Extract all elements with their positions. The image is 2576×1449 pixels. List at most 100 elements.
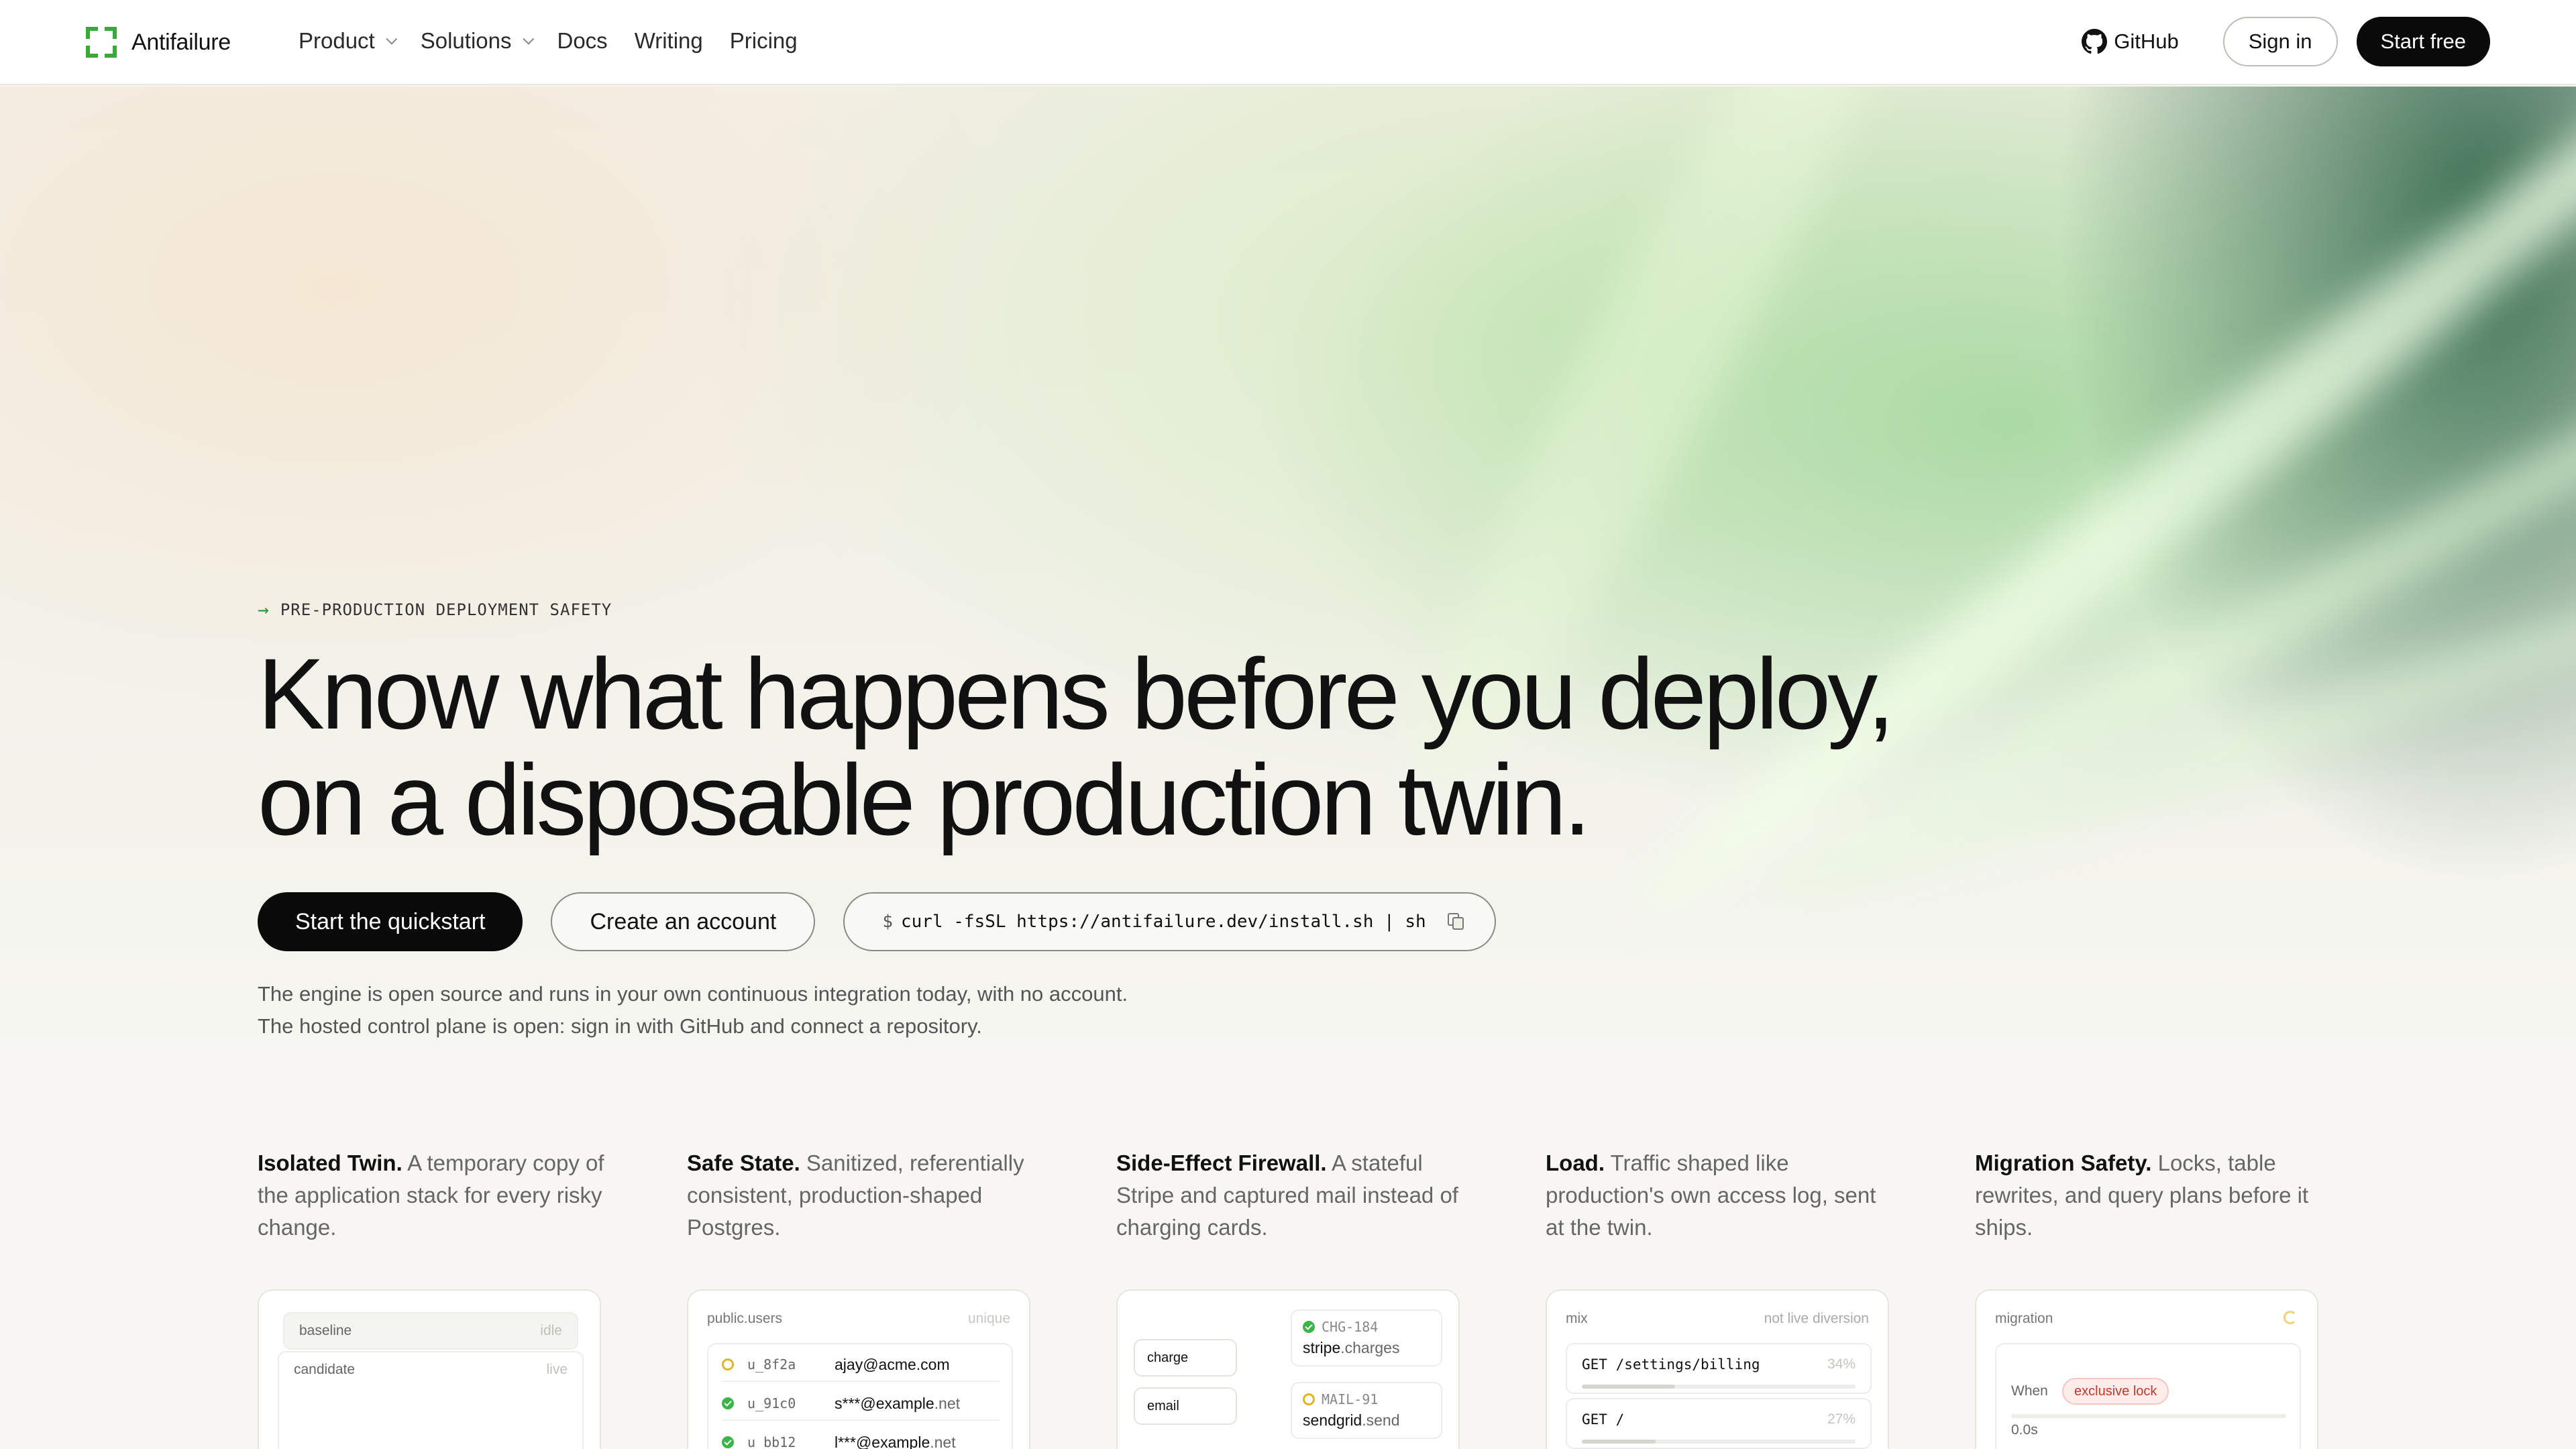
nav-pricing-label: Pricing (729, 28, 798, 53)
nav-pricing[interactable]: Pricing (730, 28, 798, 54)
twin-row-state: live (546, 1362, 568, 1377)
copy-icon[interactable] (1447, 913, 1465, 930)
brand-logo[interactable]: Antifailure (86, 27, 231, 58)
install-command-text: curl -fsSL https://antifailure.dev/insta… (900, 912, 1426, 932)
mix-label: mix (1566, 1311, 1588, 1326)
mix-note: not live diversion (1764, 1311, 1869, 1326)
time-label: 0.0s (2011, 1422, 2038, 1438)
input-email: email (1134, 1387, 1237, 1425)
feature-migration-safety: Migration Safety. Locks, table rewrites,… (1975, 1147, 2324, 1244)
chevron-down-icon (386, 33, 398, 45)
route-row: GET / 27% (1566, 1398, 1872, 1449)
when-label: When (2011, 1383, 2048, 1399)
service-call: .send (1362, 1411, 1400, 1429)
eyebrow-text: PRE-PRODUCTION DEPLOYMENT SAFETY (280, 600, 612, 619)
route-share: 34% (1827, 1356, 1856, 1372)
nav-docs[interactable]: Docs (557, 28, 608, 54)
route-path: GET / (1582, 1411, 1625, 1428)
nav-solutions[interactable]: Solutions (420, 28, 534, 54)
email-tld: .net (930, 1433, 956, 1449)
nav-actions: GitHub Sign in Start free (2082, 17, 2490, 66)
row-email: l***@example.net (835, 1434, 956, 1449)
github-label: GitHub (2114, 30, 2179, 53)
headline-line-1: Know what happens before you deploy, (258, 637, 1895, 750)
row-id: u_8f2a (747, 1356, 796, 1373)
twin-row-state: idle (540, 1323, 562, 1338)
state-preview-card: public.users unique u_8f2a ajay@acme.com… (687, 1289, 1030, 1449)
table-row: u_91c0 s***@example.net (722, 1387, 1000, 1421)
check-icon (722, 1397, 734, 1409)
start-quickstart-button[interactable]: Start the quickstart (258, 892, 523, 951)
load-preview-card: mix not live diversion GET /settings/bil… (1546, 1289, 1889, 1449)
route-row: GET /settings/billing 34% (1566, 1343, 1872, 1394)
hero-subtext: The engine is open source and runs in yo… (258, 978, 1128, 1042)
pending-icon (1303, 1393, 1315, 1405)
feature-side-effect-firewall: Side-Effect Firewall. A stateful Stripe … (1116, 1147, 1465, 1244)
check-icon (1303, 1321, 1315, 1333)
logo-mark-icon (86, 27, 117, 58)
output-sendgrid: MAIL-91 sendgrid.send (1291, 1382, 1442, 1439)
main-menu: Product Solutions Docs Writing Pricing (299, 28, 798, 54)
feature-isolated-twin: Isolated Twin. A temporary copy of the a… (258, 1147, 606, 1244)
firewall-preview-card: charge email CHG-184 stripe.charges MAIL… (1116, 1289, 1460, 1449)
nav-product[interactable]: Product (299, 28, 398, 54)
table-name: public.users (707, 1311, 783, 1326)
feature-title: Migration Safety. (1975, 1150, 2152, 1175)
timeline-track (2011, 1414, 2286, 1418)
nav-product-label: Product (299, 28, 375, 53)
twin-row-baseline: baseline idle (283, 1312, 578, 1350)
feature-load: Load. Traffic shaped like production's o… (1546, 1147, 1894, 1244)
share-bar-fill (1582, 1440, 1656, 1444)
row-id: u_bb12 (747, 1434, 796, 1449)
output-stripe: CHG-184 stripe.charges (1291, 1309, 1442, 1366)
service-call: .charges (1340, 1339, 1400, 1356)
feature-title: Isolated Twin. (258, 1150, 402, 1175)
subtext-line-1: The engine is open source and runs in yo… (258, 982, 1128, 1006)
brand-name: Antifailure (131, 29, 231, 55)
share-bar (1582, 1385, 1856, 1389)
sign-in-button[interactable]: Sign in (2222, 17, 2338, 66)
nav-solutions-label: Solutions (420, 28, 512, 53)
lock-badge: exclusive lock (2062, 1378, 2169, 1405)
email-user: s***@example (835, 1394, 934, 1412)
twin-preview-card: baseline idle candidate live (258, 1289, 601, 1449)
migration-preview-card: migration When exclusive lock 0.0s (1975, 1289, 2318, 1449)
constraint-label: unique (967, 1311, 1010, 1326)
start-free-button[interactable]: Start free (2356, 17, 2490, 66)
email-tld: .net (934, 1394, 961, 1412)
create-account-button[interactable]: Create an account (551, 892, 816, 951)
hero-eyebrow: → PRE-PRODUCTION DEPLOYMENT SAFETY (258, 598, 612, 621)
feature-title: Safe State. (687, 1150, 800, 1175)
hero-headline: Know what happens before you deploy, on … (258, 641, 1935, 853)
email-user: l***@example (835, 1433, 930, 1449)
output-ref: MAIL-91 (1322, 1391, 1379, 1407)
arrow-right-icon: → (258, 598, 270, 621)
output-service: stripe.charges (1303, 1339, 1430, 1357)
row-id: u_91c0 (747, 1395, 796, 1411)
check-icon (722, 1436, 734, 1448)
service-name: sendgrid (1303, 1411, 1362, 1429)
nav-docs-label: Docs (557, 28, 608, 53)
feature-title: Side-Effect Firewall. (1116, 1150, 1327, 1175)
subtext-line-2: The hosted control plane is open: sign i… (258, 1014, 982, 1038)
github-icon (2082, 29, 2108, 54)
pending-icon (722, 1358, 734, 1371)
top-nav: Antifailure Product Solutions Docs Writi… (0, 0, 2576, 85)
output-ref: CHG-184 (1322, 1319, 1379, 1335)
share-bar (1582, 1440, 1856, 1444)
headline-line-2: on a disposable production twin. (258, 743, 1591, 856)
route-path: GET /settings/billing (1582, 1356, 1760, 1373)
row-email: ajay@acme.com (835, 1355, 950, 1373)
github-link[interactable]: GitHub (2082, 29, 2179, 54)
install-command[interactable]: $ curl -fsSL https://antifailure.dev/ins… (843, 892, 1496, 951)
twin-row-candidate: candidate live (278, 1351, 584, 1449)
nav-writing[interactable]: Writing (635, 28, 703, 54)
chevron-down-icon (522, 33, 534, 45)
migration-label: migration (1995, 1311, 2053, 1326)
migration-panel: When exclusive lock 0.0s (1995, 1343, 2301, 1449)
prompt-symbol: $ (882, 912, 893, 932)
row-email: s***@example.net (835, 1395, 960, 1413)
loading-spinner-icon (2284, 1311, 2297, 1324)
hero-cta-row: Start the quickstart Create an account $… (258, 892, 1496, 951)
route-share: 27% (1827, 1411, 1856, 1427)
